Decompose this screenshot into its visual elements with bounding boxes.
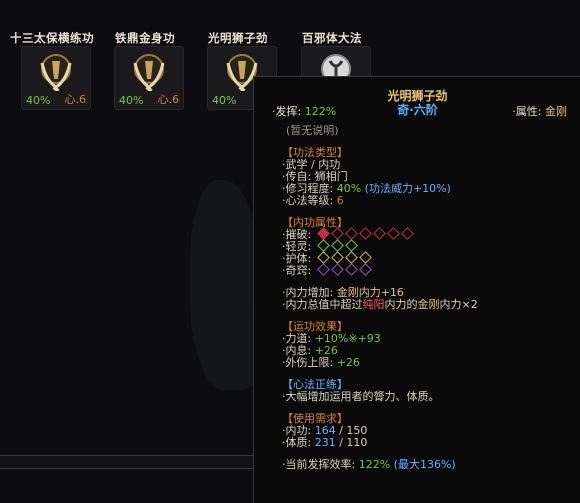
skill-name: 百邪体大法: [302, 31, 362, 45]
level-value: 6: [336, 194, 344, 207]
diamond-icon: [358, 227, 372, 240]
tooltip-description: (暂无说明): [286, 124, 339, 137]
attribute-row: ·摧破:: [282, 227, 572, 241]
skill-level: 心.6: [64, 93, 87, 106]
attribute-row: ·护体:: [282, 251, 572, 265]
req-need: / 110: [335, 436, 368, 449]
skill-emblem-icon: [40, 54, 72, 91]
note-yang: 纯阳: [362, 298, 385, 311]
skill-mastery: 40%: [119, 94, 144, 107]
diamond-icon: [344, 263, 358, 276]
diamond-icon: [358, 263, 372, 276]
diamond-icon: [330, 263, 344, 276]
attribute-rows: ·摧破: ·轻灵: ·护体: ·奇窍:: [282, 227, 572, 277]
effect-value: +26: [336, 356, 360, 369]
skill-level: 心.6: [157, 93, 180, 106]
attribute-label: ·奇窍:: [282, 264, 315, 277]
skill-card[interactable]: 40% 心.6: [114, 46, 184, 110]
note-part: ·内力总值中超过: [282, 298, 363, 311]
note-part: 内力×2: [439, 298, 478, 311]
skill-slot-2[interactable]: 铁鼎金身功 40% 心.6: [102, 0, 188, 110]
skill-mastery: 40%: [26, 94, 51, 107]
inner-note-line: ·内力总值中超过纯阳内力的金刚内力×2: [282, 299, 572, 311]
tooltip-attribute: ·属性: 金刚: [512, 103, 567, 119]
req-label: ·体质:: [282, 436, 315, 449]
efficiency-value: 122%: [358, 458, 391, 471]
skill-name: 光明狮子劲: [208, 31, 268, 45]
attribute-row: ·轻灵:: [282, 239, 572, 253]
practice-line: ·大幅增加运用者的膂力、体质。: [282, 390, 440, 403]
note-vajra: 金刚: [417, 298, 440, 311]
efficiency-line: ·当前发挥效率: 122% (最大136%): [282, 459, 572, 471]
bottom-bar: [0, 455, 253, 469]
diamond-icon: [316, 263, 330, 276]
section-inner-attributes: 【内功属性】: [282, 216, 348, 229]
diamond-icon: [372, 227, 386, 240]
efficiency-max: (最大136%): [393, 458, 456, 471]
background-figure-lower: [200, 300, 260, 390]
attr-label: ·属性:: [512, 105, 545, 118]
attr-value: 金刚: [545, 105, 567, 118]
skill-tooltip: 光明狮子劲 ·发挥: 122% 奇·六阶 ·属性: 金刚 (暂无说明) 【功法类…: [253, 76, 580, 503]
req-have: 231: [314, 436, 336, 449]
effect-label: ·外伤上限:: [282, 356, 337, 369]
skill-emblem-icon: [133, 54, 165, 91]
attribute-diamonds: [316, 227, 417, 241]
level-label: ·心法等级:: [282, 194, 337, 207]
attribute-diamonds: [316, 263, 375, 277]
efficiency-label: ·当前发挥效率:: [282, 458, 359, 471]
skill-slot-1[interactable]: 十三太保横练功 40% 心.6: [9, 0, 95, 110]
note-part: 内力的: [384, 298, 418, 311]
diamond-icon: [400, 227, 414, 240]
tooltip-body: (暂无说明) 【功法类型】 ·武学 / 内功 ·传自: 狮相门 ·修习程度: 4…: [282, 125, 572, 471]
skill-mastery: 40%: [212, 94, 237, 107]
req-constitution: ·体质: 231 / 110: [282, 437, 572, 449]
mastery-bonus: (功法威力+10%): [364, 182, 451, 195]
diamond-icon: [386, 227, 400, 240]
attribute-row: ·奇窍:: [282, 263, 572, 277]
level-line: ·心法等级: 6: [282, 195, 572, 207]
attribute-diamonds: [316, 239, 361, 253]
skill-card[interactable]: 40% 心.6: [21, 46, 91, 110]
skill-name: 十三太保横练功: [10, 31, 94, 45]
skill-name: 铁鼎金身功: [115, 31, 175, 45]
effect-injury-cap: ·外伤上限: +26: [282, 357, 572, 369]
